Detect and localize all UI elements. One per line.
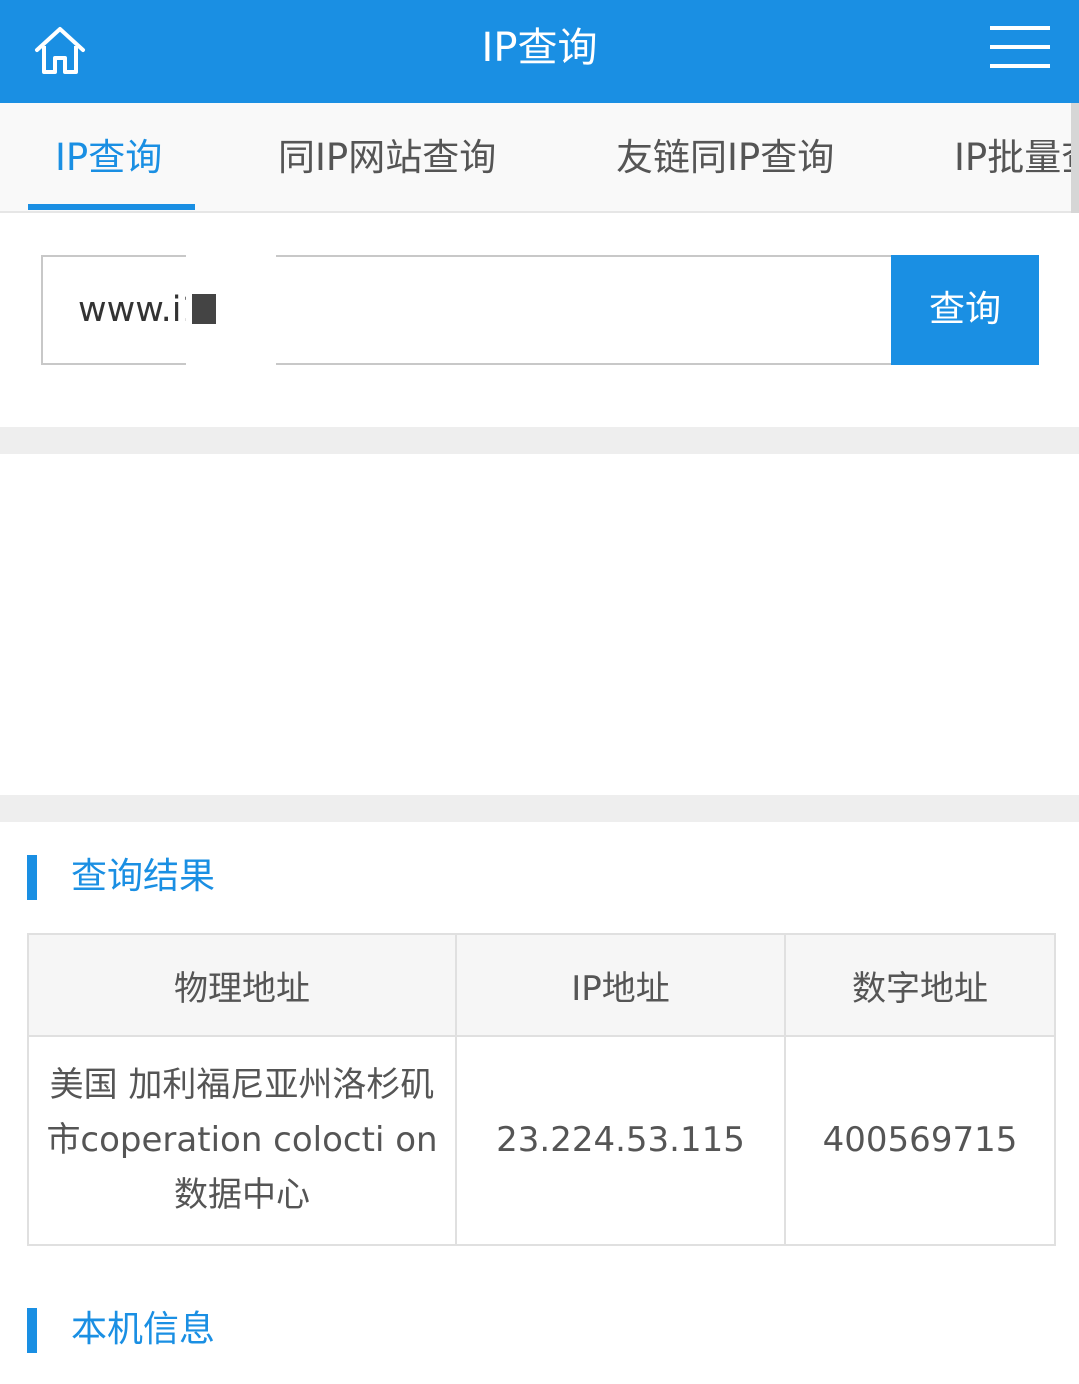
column-header: IP地址 (455, 933, 786, 1037)
redaction-mark (192, 294, 216, 324)
divider (0, 795, 1079, 822)
physical-address-cell: 美国 加利福尼亚州洛杉矶市coperation colocti on数据中心 (27, 1035, 457, 1246)
section-marker (27, 855, 37, 900)
tab-ip-query[interactable]: IP查询 (55, 103, 162, 211)
tab-ip-batch[interactable]: IP批量查 (954, 103, 1079, 211)
local-info-section-title-text: 本机信息 (71, 1309, 216, 1350)
ip-address-cell: 23.224.53.115 (455, 1035, 786, 1246)
table-header-row: 物理地址 IP地址 数字地址 (27, 933, 1056, 1037)
menu-icon[interactable] (990, 26, 1050, 74)
result-section-title-text: 查询结果 (71, 856, 216, 897)
tab-same-ip-sites[interactable]: 同IP网站查询 (278, 103, 496, 211)
tab-friend-link-same-ip[interactable]: 友链同IP查询 (616, 103, 834, 211)
tab-bar: IP查询 同IP网站查询 友链同IP查询 IP批量查 (0, 103, 1079, 213)
scrollbar[interactable] (1071, 103, 1079, 213)
section-marker (27, 1308, 37, 1353)
divider (0, 427, 1079, 454)
column-header: 数字地址 (784, 933, 1056, 1037)
search-input[interactable]: www.i1 n (41, 255, 891, 365)
active-tab-indicator (28, 204, 195, 210)
column-header: 物理地址 (27, 933, 457, 1037)
table-row: 美国 加利福尼亚州洛杉矶市coperation colocti on数据中心 2… (27, 1035, 1056, 1246)
search-button[interactable]: 查询 (891, 255, 1039, 365)
app-header: IP查询 (0, 0, 1079, 103)
page-title: IP查询 (481, 25, 598, 71)
numeric-address-cell: 400569715 (784, 1035, 1056, 1246)
result-table: 物理地址 IP地址 数字地址 美国 加利福尼亚州洛杉矶市coperation c… (27, 933, 1056, 1246)
